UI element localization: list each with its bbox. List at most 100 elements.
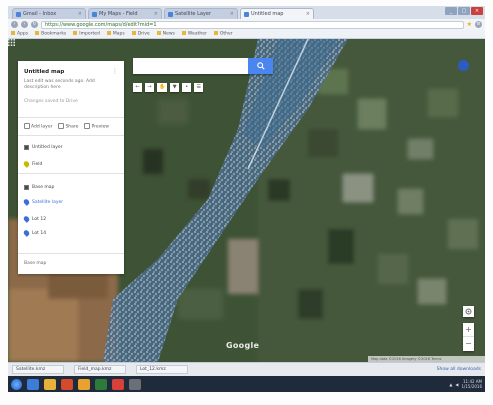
bookmark-star-icon[interactable]: ★ [467,21,472,28]
bookmark-item[interactable]: Imported [73,31,100,37]
excel-icon[interactable] [95,378,107,390]
close-window-button[interactable]: × [471,7,483,15]
layer-label: Lot 12 [32,216,47,222]
base-map-toggle[interactable]: Base map [24,261,46,266]
pin-icon [22,229,31,237]
pin-icon [22,198,31,206]
favicon-icon [168,11,173,17]
browser-tab-strip: Gmail - Inbox × My Maps - Field × Satellit… [8,6,485,19]
maximize-button[interactable]: □ [458,7,470,15]
close-tab-icon[interactable]: × [154,11,158,17]
tab-label: My Maps - Field [99,11,138,17]
pin-icon [22,215,31,223]
window-controls: _ □ × [445,7,483,15]
zoom-out-button[interactable]: − [463,337,474,350]
browser-toolbar: ‹ › ↻ https://www.google.com/maps/d/edit… [8,19,485,30]
add-marker-button[interactable]: ▼ [170,83,180,92]
internet-explorer-icon[interactable] [27,378,39,390]
divider [18,117,124,118]
layer-label: Base map [32,185,55,190]
my-location-button[interactable] [463,306,474,317]
tab-label: Untitled map [251,11,284,17]
measure-button[interactable]: ☰ [194,83,204,92]
bookmark-item[interactable]: Bookmarks [35,31,66,37]
pan-tool-button[interactable]: ✋ [157,83,168,92]
draw-line-button[interactable]: • [182,83,192,92]
bookmark-item[interactable]: Other [214,31,233,37]
start-button[interactable] [11,378,22,390]
layer-row[interactable]: Field [22,160,43,168]
save-status: Changes saved to Drive [24,99,78,104]
map-title[interactable]: Untitled map [24,69,64,75]
clock[interactable]: 11:42 AM 1/15/2016 [461,379,482,389]
download-item[interactable]: Satellite.kmz [12,365,64,374]
google-logo: Google [226,341,260,350]
downloads-bar: Satellite.kmz Field_map.kmz Lot_12.kmz S… [8,362,485,376]
bookmark-item[interactable]: Maps [107,31,125,37]
share-button[interactable]: Share [58,123,78,130]
bookmark-item[interactable]: Drive [132,31,150,37]
close-tab-icon[interactable]: × [78,11,82,17]
menu-icon[interactable]: ≡ [475,21,482,28]
zoom-control: + − [463,323,474,351]
address-bar[interactable]: https://www.google.com/maps/d/edit?mid=1 [41,20,464,29]
bookmark-item[interactable]: Weather [182,31,207,37]
layer-row[interactable]: Untitled layer [24,145,63,150]
preview-button[interactable]: Preview [84,123,109,130]
chrome-icon[interactable] [112,378,124,390]
volume-icon[interactable]: ◀ [455,382,458,387]
layer-checkbox[interactable] [24,145,29,150]
layer-row[interactable]: Base map [24,185,54,190]
show-all-downloads-link[interactable]: Show all downloads [437,367,481,372]
download-item[interactable]: Field_map.kmz [74,365,126,374]
map-canvas[interactable]: Untitled map ⋮ Last edit was seconds ago… [8,39,485,362]
layer-checkbox[interactable] [24,185,29,190]
browser-tab-2[interactable]: My Maps - Field × [88,8,162,19]
layer-row[interactable]: Satellite layer [22,198,64,206]
forward-icon[interactable]: › [21,21,28,28]
address-text: https://www.google.com/maps/d/edit?mid=1 [45,21,157,28]
map-description[interactable]: Last edit was seconds ago. Add descripti… [24,79,112,91]
windows-taskbar: ▲ ◀ 11:42 AM 1/15/2016 [8,376,485,392]
apps-grid-icon[interactable] [8,39,15,46]
undo-button[interactable]: ← [133,83,142,92]
clock-date: 1/15/2016 [461,384,482,389]
layer-row[interactable]: Lot 14 [22,229,46,237]
layer-row[interactable]: Lot 12 [22,215,47,223]
add-layer-button[interactable]: Add layer [24,123,52,130]
search-box [133,58,273,74]
bookmark-item[interactable]: Apps [11,31,28,37]
zoom-in-button[interactable]: + [463,323,474,336]
browser-tab-4[interactable]: Untitled map × [240,8,314,19]
file-explorer-icon[interactable] [44,378,56,390]
avatar[interactable] [458,60,469,71]
redo-button[interactable]: → [145,83,154,92]
panel-actions: Add layer Share Preview [24,123,109,130]
more-vert-icon[interactable]: ⋮ [112,68,118,75]
network-icon[interactable]: ▲ [449,382,452,387]
back-icon[interactable]: ‹ [11,21,18,28]
bookmarks-bar: Apps Bookmarks Imported Maps Drive News … [8,30,485,39]
bookmark-item[interactable]: News [157,31,175,37]
layer-label: Untitled layer [32,145,63,150]
firefox-icon[interactable] [78,378,90,390]
media-player-icon[interactable] [61,378,73,390]
close-tab-icon[interactable]: × [230,11,234,17]
map-toolbar: ← → ✋ ▼ • ☰ [133,83,204,92]
app-icon[interactable] [129,378,141,390]
system-tray: ▲ ◀ 11:42 AM 1/15/2016 [449,379,482,389]
reload-icon[interactable]: ↻ [31,21,38,28]
browser-tab-3[interactable]: Satellite Layer × [164,8,238,19]
divider [18,173,124,174]
close-tab-icon[interactable]: × [306,11,310,17]
layer-label: Satellite layer [32,199,64,205]
search-icon [256,62,265,70]
layer-label: Field [32,161,43,167]
download-item[interactable]: Lot_12.kmz [136,365,188,374]
monitor-screen: Gmail - Inbox × My Maps - Field × Satellit… [8,6,485,392]
search-input[interactable] [133,58,248,74]
search-button[interactable] [248,58,273,74]
tab-label: Gmail - Inbox [23,11,57,17]
browser-tab-1[interactable]: Gmail - Inbox × [12,8,86,19]
minimize-button[interactable]: _ [445,7,457,15]
